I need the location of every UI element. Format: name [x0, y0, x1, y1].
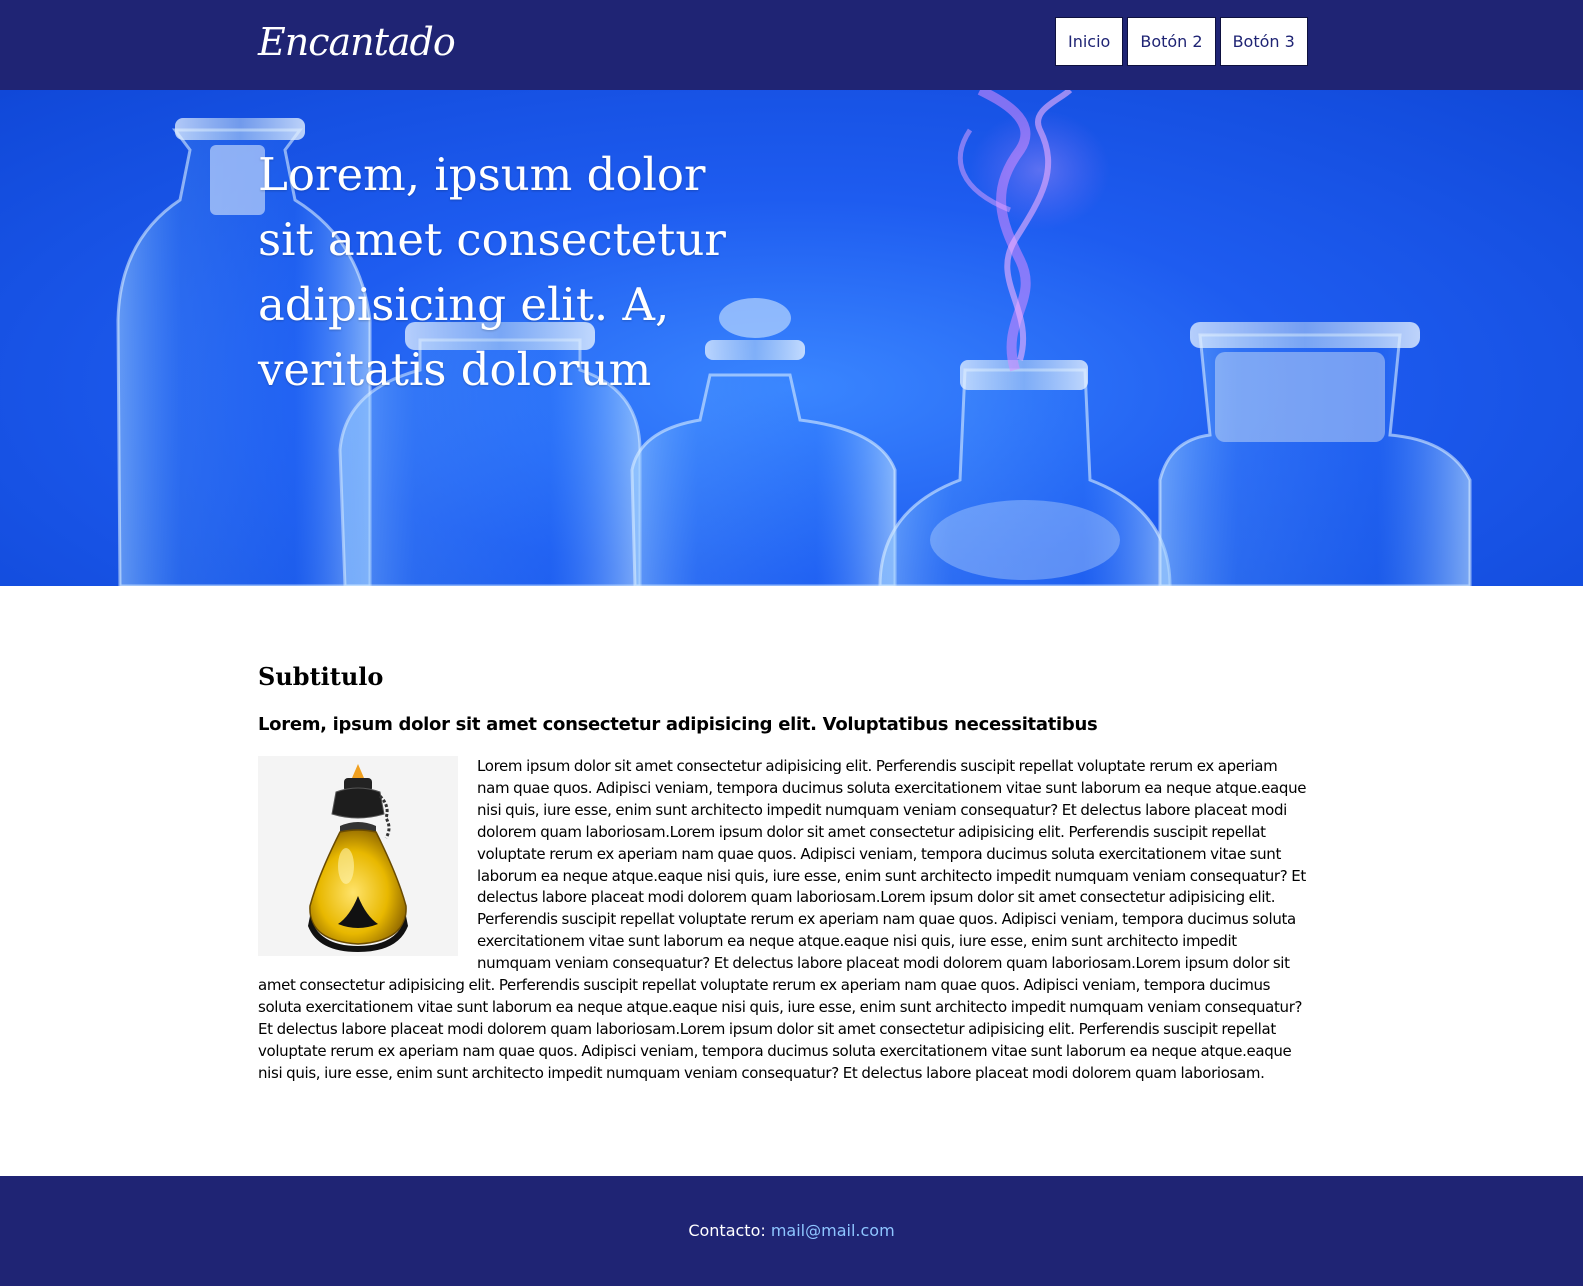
- lead-heading: Lorem, ipsum dolor sit amet consectetur …: [258, 714, 1098, 735]
- nav-menu: Inicio Botón 2 Botón 3: [1055, 17, 1308, 66]
- hero-banner: Lorem, ipsum dolor sit amet consectetur …: [0, 90, 1583, 586]
- section-subtitle: Subtitulo: [258, 662, 384, 691]
- nav-button-inicio[interactable]: Inicio: [1055, 17, 1124, 66]
- logo[interactable]: Encantado: [258, 18, 456, 66]
- navbar: Encantado Inicio Botón 2 Botón 3: [0, 0, 1583, 90]
- nav-button-boton-3[interactable]: Botón 3: [1219, 17, 1308, 66]
- hero-title: Lorem, ipsum dolor sit amet consectetur …: [258, 148, 726, 396]
- contact-label: Contacto:: [688, 1221, 766, 1240]
- potion-bottle-image: [258, 756, 458, 956]
- article: Lorem ipsum dolor sit amet consectetur a…: [258, 756, 1313, 1085]
- footer: Contacto: mail@mail.com: [0, 1176, 1583, 1286]
- nav-button-boton-2[interactable]: Botón 2: [1127, 17, 1216, 66]
- hero-bottles-image: [116, 90, 1472, 586]
- footer-contact: Contacto: mail@mail.com: [0, 1220, 1583, 1242]
- main-content: Subtitulo Lorem, ipsum dolor sit amet co…: [258, 660, 1313, 1085]
- contact-email-link[interactable]: mail@mail.com: [771, 1221, 895, 1240]
